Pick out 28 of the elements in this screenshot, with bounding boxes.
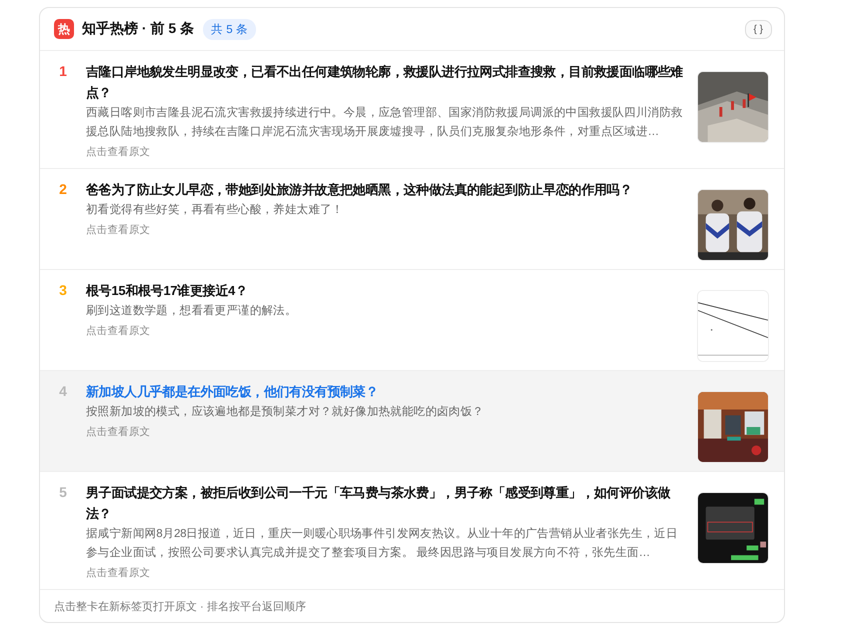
json-button[interactable]: { } (744, 20, 772, 38)
view-original-link[interactable]: 点击查看原文 (86, 223, 150, 238)
rank-number: 3 (58, 281, 68, 300)
item-excerpt: 初看觉得有些好笑，再看有些心酸，养娃太难了！ (86, 202, 344, 218)
item-title[interactable]: 男子面试提交方案，被拒后收到公司一千元「车马费与茶水费」，男子称「感受到尊重」，如何评价该做法？ (86, 482, 687, 524)
count-badge: 共 5 条 (203, 18, 256, 40)
item-title[interactable]: 新加坡人几乎都是在外面吃饭，他们有没有预制菜？ (86, 381, 378, 402)
rank-number: 5 (58, 483, 68, 502)
item-excerpt: 刷到这道数学题，想看看更严谨的解法。 (86, 303, 297, 319)
view-original-link[interactable]: 点击查看原文 (86, 324, 150, 339)
list-row[interactable]: 1 吉隆口岸地貌发生明显改变，已看不出任何建筑物轮廓，救援队进行拉网式排查搜救，目前救援面临哪些难点？ 西藏日喀则市吉隆县泥石流灾害救援持续进行中。今晨，应急管理部、国家消防救援局调派的中国救援队四川消防救援总队陆地搜救队，持续在吉隆口岸泥石流灾害现场开展废墟搜寻，队员们克服复杂地形条件，对重点区域进… 点击查看原文 (40, 50, 784, 168)
rank-number: 4 (58, 382, 68, 401)
rank-number: 2 (58, 180, 68, 199)
list-row[interactable]: 4 新加坡人几乎都是在外面吃饭，他们有没有预制菜？ 按照新加坡的模式，应该遍地都是预制菜才对？就好像加热就能吃的卤肉饭？ 点击查看原文 (40, 370, 784, 471)
hot-icon: 热 (54, 19, 74, 39)
item-excerpt: 据咸宁新闻网8月28日报道，近日，重庆一则暖心职场事件引发网友热议。从业十年的广告营销从业者张先生，近日参与企业面试，按照公司要求认真完成并提交了整套项目方案。 最终因思路与项目发展方向不符，张先生面… (86, 526, 679, 561)
rank-number: 1 (58, 62, 68, 81)
item-title[interactable]: 根号15和根号17谁更接近4？ (86, 280, 248, 301)
item-title[interactable]: 爸爸为了防止女儿早恋，带她到处旅游并故意把她晒黑，这种做法真的能起到防止早恋的作用吗？ (86, 179, 632, 200)
view-original-link[interactable]: 点击查看原文 (86, 145, 150, 160)
list-row[interactable]: 2 爸爸为了防止女儿早恋，带她到处旅游并故意把她晒黑，这种做法真的能起到防止早恋的作用吗？ 初看觉得有些好笑，再看有些心酸，养娃太难了！ 点击查看原文 (40, 168, 784, 269)
view-original-link[interactable]: 点击查看原文 (86, 566, 150, 581)
item-excerpt: 西藏日喀则市吉隆县泥石流灾害救援持续进行中。今晨，应急管理部、国家消防救援局调派的中国救援队四川消防救援总队陆地搜救队，持续在吉隆口岸泥石流灾害现场开展废墟搜寻，队员们克服复杂地形条件，对重点区域进… (86, 105, 684, 140)
item-excerpt: 按照新加坡的模式，应该遍地都是预制菜才对？就好像加热就能吃的卤肉饭？ (86, 404, 484, 420)
footer-note: 点击整卡在新标签页打开原文 · 排名按平台返回顺序 (40, 589, 784, 622)
list-row[interactable]: 5 男子面试提交方案，被拒后收到公司一千元「车马费与茶水费」，男子称「感受到尊重」，如何评价该做法？ 据咸宁新闻网8月28日报道，近日，重庆一则暖心职场事件引发网友热议。从业十年的广告营销从业者张先生，近日参与企业面试，按照公司要求认真完成并提交了整套项目方案。 最终因思路与项目发展方向不符，张先生面… 点击查看原文 (40, 471, 784, 589)
card-title: 知乎热榜 · 前 5 条 (82, 20, 194, 38)
item-title[interactable]: 吉隆口岸地貌发生明显改变，已看不出任何建筑物轮廓，救援队进行拉网式排查搜救，目前救援面临哪些难点？ (86, 61, 687, 103)
